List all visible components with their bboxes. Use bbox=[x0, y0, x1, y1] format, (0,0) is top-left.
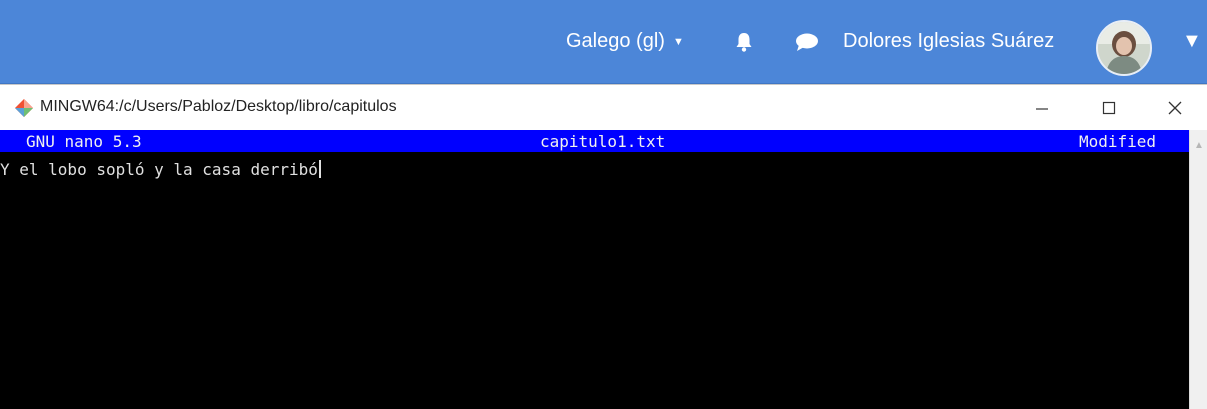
top-app-bar: Galego (gl) ▼ Dolores Iglesias Suárez ▼ bbox=[0, 0, 1207, 84]
terminal-area[interactable]: GNU nano 5.3 capitulo1.txt Modified Y el… bbox=[0, 130, 1189, 409]
language-selector[interactable]: Galego (gl) ▼ bbox=[566, 0, 684, 83]
editor-text-line[interactable]: Y el lobo sopló y la casa derribó bbox=[0, 160, 321, 179]
caret-down-icon: ▼ bbox=[672, 35, 684, 48]
bell-icon[interactable] bbox=[733, 0, 755, 83]
language-label: Galego (gl) bbox=[566, 30, 665, 52]
nano-version: GNU nano 5.3 bbox=[26, 132, 142, 151]
terminal-title-bar: MINGW64:/c/Users/Pabloz/Desktop/libro/ca… bbox=[0, 84, 1207, 131]
git-bash-icon bbox=[15, 99, 33, 117]
user-name[interactable]: Dolores Iglesias Suárez bbox=[843, 0, 1054, 83]
close-button[interactable] bbox=[1152, 85, 1198, 131]
nano-header-bar: GNU nano 5.3 capitulo1.txt Modified bbox=[0, 130, 1189, 152]
nano-status: Modified bbox=[1079, 132, 1157, 151]
scroll-up-arrow-icon[interactable]: ▲ bbox=[1194, 140, 1204, 151]
window-title: MINGW64:/c/Users/Pabloz/Desktop/libro/ca… bbox=[40, 98, 397, 115]
maximize-button[interactable] bbox=[1086, 85, 1132, 131]
minimize-button[interactable] bbox=[1019, 85, 1065, 131]
vertical-scrollbar[interactable]: ▲ bbox=[1189, 130, 1207, 409]
text-cursor bbox=[318, 160, 321, 178]
chat-bubble-icon[interactable] bbox=[792, 0, 822, 83]
nano-filename: capitulo1.txt bbox=[540, 132, 666, 151]
avatar[interactable] bbox=[1096, 20, 1152, 76]
user-menu-caret-icon[interactable]: ▼ bbox=[1182, 0, 1202, 83]
